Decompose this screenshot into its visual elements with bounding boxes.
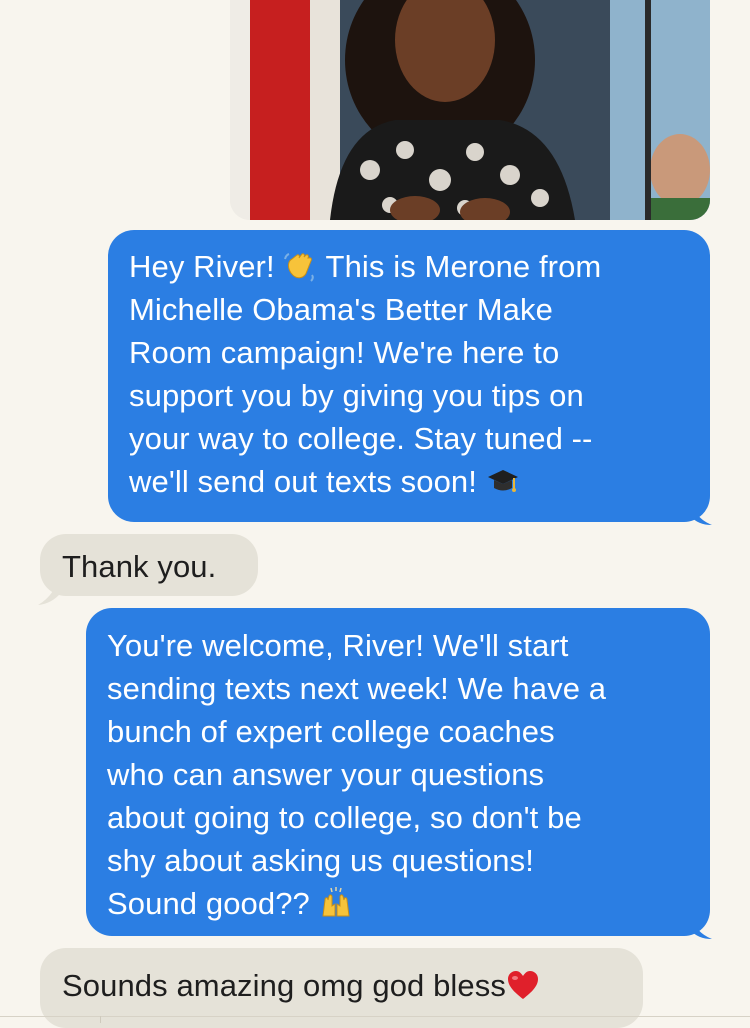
message-text: Hey River!: [129, 249, 284, 284]
graduation-cap-icon: [487, 470, 518, 492]
waving-hand-icon: [284, 253, 315, 282]
message-thread: Hey River! This is Merone from Michelle …: [0, 0, 750, 1028]
message-text: Thank you.: [62, 549, 217, 584]
attachment-photo: [230, 0, 710, 220]
bubble-tail: [690, 916, 712, 939]
divider-tick: [100, 1016, 101, 1023]
divider: [0, 1016, 750, 1017]
bubble-tail: [690, 502, 712, 525]
message-text: This is Merone from Michelle Obama's Bet…: [129, 249, 602, 499]
outgoing-message-bubble[interactable]: You're welcome, River! We'll start sendi…: [86, 608, 710, 936]
raising-hands-icon: [322, 887, 350, 917]
message-text: Sounds amazing omg god bless: [62, 968, 506, 1003]
message-text: You're welcome, River! We'll start sendi…: [107, 628, 607, 921]
image-attachment[interactable]: [230, 0, 710, 220]
red-heart-icon: [507, 971, 538, 999]
bubble-tail: [38, 578, 60, 605]
outgoing-message-bubble[interactable]: Hey River! This is Merone from Michelle …: [108, 230, 710, 522]
incoming-message-bubble[interactable]: Thank you.: [40, 534, 258, 596]
